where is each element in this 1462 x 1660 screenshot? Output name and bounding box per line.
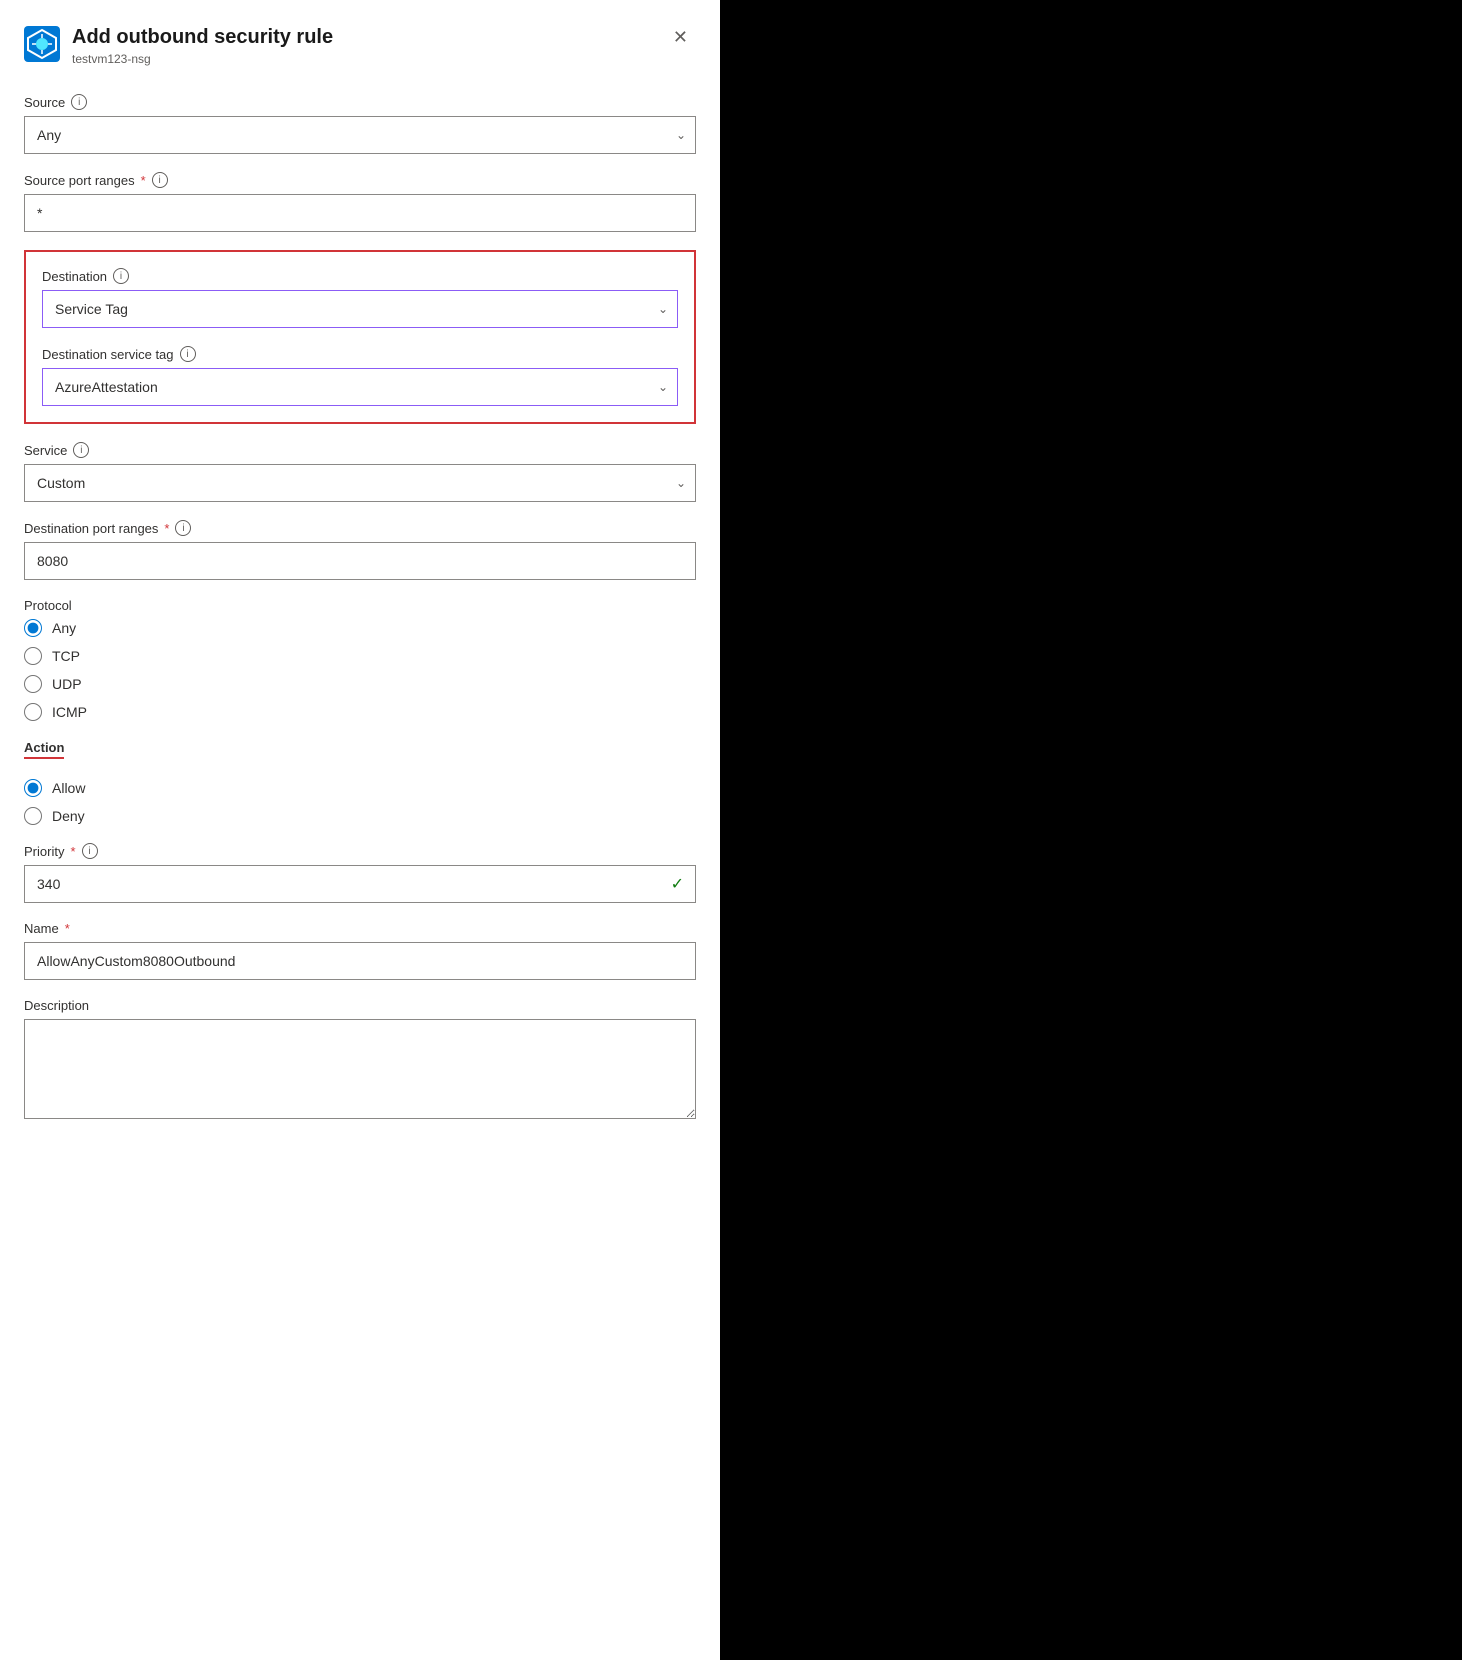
protocol-icmp-option[interactable]: ICMP — [24, 703, 696, 721]
description-label: Description — [24, 998, 696, 1013]
priority-group: Priority * i ✓ — [24, 843, 696, 903]
action-deny-option[interactable]: Deny — [24, 807, 696, 825]
protocol-udp-radio[interactable] — [24, 675, 42, 693]
panel-title: Add outbound security rule — [72, 24, 333, 50]
azure-nsg-icon — [24, 26, 60, 62]
source-label: Source i — [24, 94, 696, 110]
action-allow-option[interactable]: Allow — [24, 779, 696, 797]
source-port-ranges-group: Source port ranges * i — [24, 172, 696, 232]
priority-check-icon: ✓ — [671, 874, 684, 894]
protocol-tcp-label: TCP — [52, 648, 80, 664]
name-group: Name * — [24, 921, 696, 980]
destination-service-tag-select-wrapper: AzureAttestation Internet VirtualNetwork… — [42, 368, 678, 406]
protocol-udp-label: UDP — [52, 676, 82, 692]
protocol-label: Protocol — [24, 598, 696, 613]
priority-label: Priority * i — [24, 843, 696, 859]
destination-select[interactable]: Any Service Tag IP Addresses My IP addre… — [42, 290, 678, 328]
priority-required-star: * — [70, 844, 75, 859]
protocol-tcp-radio[interactable] — [24, 647, 42, 665]
close-button[interactable]: ✕ — [665, 24, 696, 50]
service-select[interactable]: Custom HTTP HTTPS RDP SSH — [24, 464, 696, 502]
destination-select-wrapper: Any Service Tag IP Addresses My IP addre… — [42, 290, 678, 328]
protocol-udp-option[interactable]: UDP — [24, 675, 696, 693]
protocol-any-label: Any — [52, 620, 76, 636]
panel-header: Add outbound security rule testvm123-nsg… — [24, 24, 696, 66]
action-allow-label: Allow — [52, 780, 85, 796]
description-textarea[interactable] — [24, 1019, 696, 1119]
panel-subtitle: testvm123-nsg — [72, 52, 333, 66]
source-select-wrapper: Any IP Addresses Service Tag My IP addre… — [24, 116, 696, 154]
destination-port-ranges-label: Destination port ranges * i — [24, 520, 696, 536]
service-select-wrapper: Custom HTTP HTTPS RDP SSH ⌄ — [24, 464, 696, 502]
protocol-icmp-radio[interactable] — [24, 703, 42, 721]
action-label: Action — [24, 740, 64, 759]
action-allow-radio[interactable] — [24, 779, 42, 797]
source-port-info-icon[interactable]: i — [152, 172, 168, 188]
action-deny-label: Deny — [52, 808, 85, 824]
description-group: Description — [24, 998, 696, 1122]
name-label: Name * — [24, 921, 696, 936]
destination-service-tag-select[interactable]: AzureAttestation Internet VirtualNetwork… — [42, 368, 678, 406]
priority-input[interactable] — [24, 865, 696, 903]
protocol-any-option[interactable]: Any — [24, 619, 696, 637]
destination-service-tag-group: Destination service tag i AzureAttestati… — [42, 346, 678, 406]
priority-input-wrapper: ✓ — [24, 865, 696, 903]
protocol-group: Protocol Any TCP UDP ICMP — [24, 598, 696, 721]
destination-group: Destination i Any Service Tag IP Address… — [42, 268, 678, 328]
panel: Add outbound security rule testvm123-nsg… — [0, 0, 720, 1660]
service-label: Service i — [24, 442, 696, 458]
service-group: Service i Custom HTTP HTTPS RDP SSH ⌄ — [24, 442, 696, 502]
title-text: Add outbound security rule testvm123-nsg — [72, 24, 333, 66]
source-info-icon[interactable]: i — [71, 94, 87, 110]
source-port-ranges-input[interactable] — [24, 194, 696, 232]
destination-info-icon[interactable]: i — [113, 268, 129, 284]
protocol-tcp-option[interactable]: TCP — [24, 647, 696, 665]
destination-service-tag-label: Destination service tag i — [42, 346, 678, 362]
destination-port-ranges-group: Destination port ranges * i — [24, 520, 696, 580]
destination-service-tag-info-icon[interactable]: i — [180, 346, 196, 362]
destination-section: Destination i Any Service Tag IP Address… — [24, 250, 696, 424]
dest-port-info-icon[interactable]: i — [175, 520, 191, 536]
protocol-any-radio[interactable] — [24, 619, 42, 637]
protocol-icmp-label: ICMP — [52, 704, 87, 720]
panel-title-area: Add outbound security rule testvm123-nsg — [24, 24, 333, 66]
action-deny-radio[interactable] — [24, 807, 42, 825]
priority-info-icon[interactable]: i — [82, 843, 98, 859]
source-port-required-star: * — [141, 173, 146, 188]
source-port-ranges-label: Source port ranges * i — [24, 172, 696, 188]
name-input[interactable] — [24, 942, 696, 980]
dest-port-required-star: * — [164, 521, 169, 536]
name-required-star: * — [65, 921, 70, 936]
action-section: Action Allow Deny — [24, 739, 696, 825]
source-select[interactable]: Any IP Addresses Service Tag My IP addre… — [24, 116, 696, 154]
destination-label: Destination i — [42, 268, 678, 284]
source-group: Source i Any IP Addresses Service Tag My… — [24, 94, 696, 154]
service-info-icon[interactable]: i — [73, 442, 89, 458]
destination-port-ranges-input[interactable] — [24, 542, 696, 580]
